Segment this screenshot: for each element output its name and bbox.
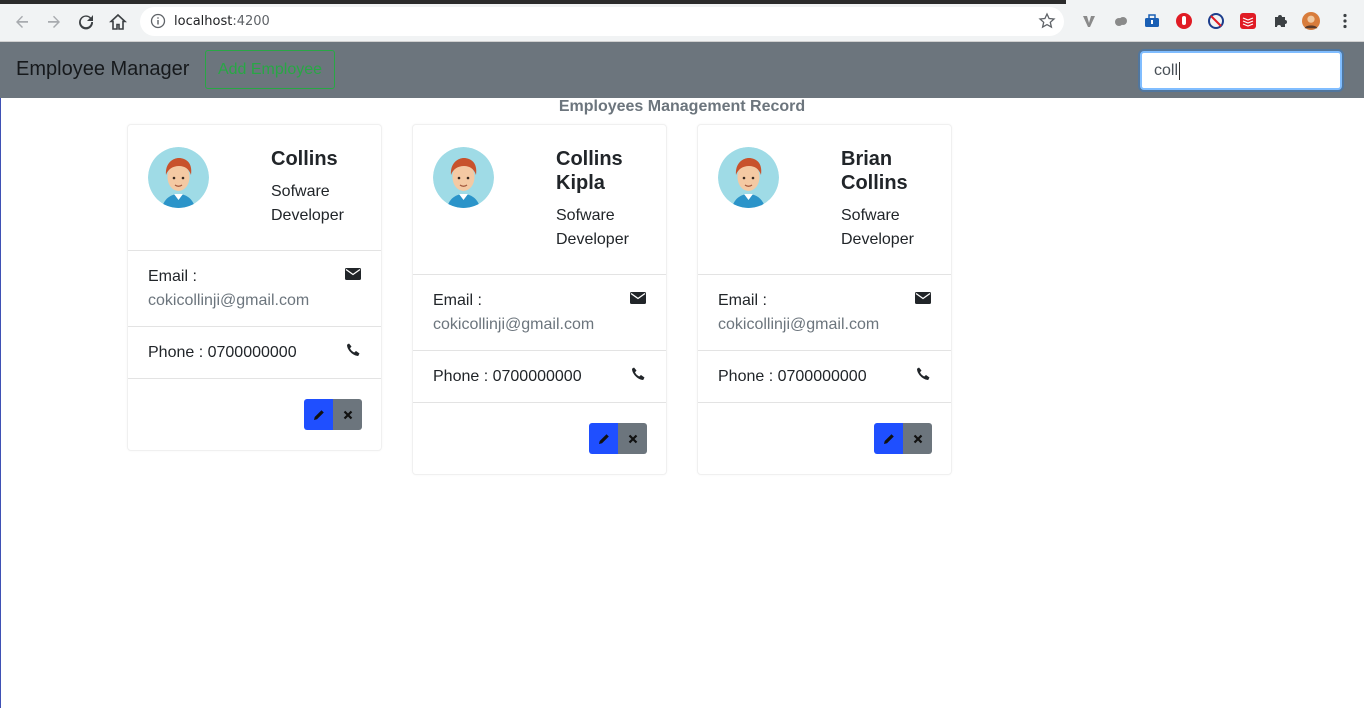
employee-phone-row: Phone : 0700000000 — [413, 351, 666, 402]
todoist-extension-icon[interactable] — [1239, 12, 1257, 30]
employee-email: cokicollinji@gmail.com — [433, 316, 595, 333]
delete-employee-button[interactable] — [618, 423, 647, 454]
employee-email: cokicollinji@gmail.com — [148, 292, 310, 309]
briefcase-extension-icon[interactable] — [1143, 12, 1161, 30]
edit-employee-button[interactable] — [589, 423, 618, 454]
pencil-icon — [598, 433, 609, 444]
employee-phone: Phone : 0700000000 — [148, 344, 297, 361]
add-employee-button[interactable]: Add Employee — [205, 50, 335, 89]
edit-employee-button[interactable] — [304, 399, 333, 430]
close-icon — [913, 434, 922, 443]
forward-icon[interactable] — [42, 10, 66, 34]
info-icon[interactable] — [150, 13, 166, 29]
employee-card: Brian Collins Sofware Developer Email : … — [697, 124, 952, 475]
employee-avatar — [718, 147, 779, 208]
employee-avatar — [433, 147, 494, 208]
page-edge — [0, 98, 1, 708]
phone-icon — [347, 343, 360, 356]
browser-menu-icon[interactable] — [1336, 12, 1354, 30]
employee-job-title: Sofware Developer — [556, 207, 629, 248]
phone-icon — [632, 367, 645, 380]
employee-name: Collins — [271, 148, 338, 170]
employee-job-title: Sofware Developer — [271, 183, 344, 224]
vimeo-extension-icon[interactable] — [1080, 12, 1098, 30]
employee-phone: Phone : 0700000000 — [718, 368, 867, 385]
employee-email-row: Email : cokicollinji@gmail.com — [413, 275, 666, 350]
envelope-icon — [915, 292, 931, 304]
browser-toolbar: localhost:4200 — [0, 0, 1364, 42]
puzzle-extensions-icon[interactable] — [1271, 12, 1289, 30]
address-bar[interactable]: localhost:4200 — [140, 7, 1064, 36]
delete-employee-button[interactable] — [333, 399, 362, 430]
employee-phone-row: Phone : 0700000000 — [698, 351, 951, 402]
envelope-icon — [345, 268, 361, 280]
envelope-icon — [630, 292, 646, 304]
reload-icon[interactable] — [74, 10, 98, 34]
employee-card: Collins Kipla Sofware Developer Email : … — [412, 124, 667, 475]
employee-name: Brian Collins — [841, 148, 908, 194]
profile-avatar-icon[interactable] — [1302, 12, 1320, 30]
employee-card: Collins Sofware Developer Email : cokico… — [127, 124, 382, 451]
bookmark-star-icon[interactable] — [1038, 12, 1056, 30]
back-icon[interactable] — [10, 10, 34, 34]
employee-avatar — [148, 147, 209, 208]
email-label: Email : — [718, 292, 767, 309]
employee-email: cokicollinji@gmail.com — [718, 316, 880, 333]
hand-extension-icon[interactable] — [1175, 12, 1193, 30]
cloud-extension-icon[interactable] — [1112, 12, 1130, 30]
employee-phone-row: Phone : 0700000000 — [128, 327, 381, 378]
block-extension-icon[interactable] — [1207, 12, 1225, 30]
employee-phone: Phone : 0700000000 — [433, 368, 582, 385]
employee-job-title: Sofware Developer — [841, 207, 914, 248]
edit-employee-button[interactable] — [874, 423, 903, 454]
pencil-icon — [313, 409, 324, 420]
page-title: Employees Management Record — [558, 98, 806, 115]
close-icon — [343, 410, 352, 419]
pencil-icon — [883, 433, 894, 444]
search-input[interactable]: coll — [1140, 51, 1342, 90]
email-label: Email : — [433, 292, 482, 309]
home-icon[interactable] — [106, 10, 130, 34]
employee-name: Collins Kipla — [556, 148, 623, 194]
close-icon — [628, 434, 637, 443]
employee-email-row: Email : cokicollinji@gmail.com — [128, 251, 381, 326]
phone-icon — [917, 367, 930, 380]
employee-email-row: Email : cokicollinji@gmail.com — [698, 275, 951, 350]
email-label: Email : — [148, 268, 197, 285]
app-brand[interactable]: Employee Manager — [16, 58, 189, 81]
url-text: localhost:4200 — [174, 14, 270, 29]
tab-strip — [0, 0, 1364, 4]
delete-employee-button[interactable] — [903, 423, 932, 454]
app-navbar: Employee Manager Add Employee coll — [0, 42, 1364, 98]
